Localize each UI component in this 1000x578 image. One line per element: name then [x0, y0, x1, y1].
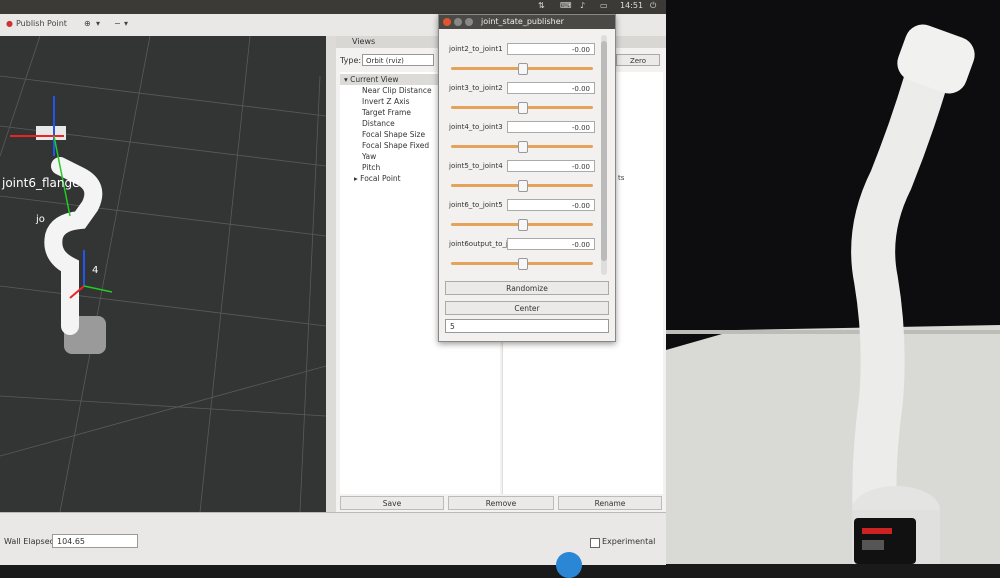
expand-arrow-icon[interactable]: ▸: [340, 174, 358, 183]
view-type-select[interactable]: Orbit (rviz): [362, 54, 434, 66]
volume-icon[interactable]: ♪: [580, 1, 585, 10]
clock[interactable]: 14:51: [620, 1, 643, 10]
remove-tool-icon[interactable]: −: [114, 19, 121, 28]
joint-slider-thumb[interactable]: [518, 258, 528, 270]
publish-point-icon[interactable]: ●: [6, 19, 13, 28]
save-button[interactable]: Save: [340, 496, 444, 510]
joint-slider-thumb[interactable]: [518, 63, 528, 75]
remove-button[interactable]: Remove: [448, 496, 554, 510]
joint-name-label: joint6_to_joint5: [449, 201, 503, 209]
joint-slider-thumb[interactable]: [518, 180, 528, 192]
robot-camera-photo: [666, 0, 1000, 564]
property-value-text: ts: [618, 174, 625, 182]
frame-label: 4: [92, 265, 99, 276]
system-top-bar: ⇅ ⌨ ♪ ▭ 14:51 ⏻: [0, 0, 666, 14]
minimize-icon[interactable]: [454, 18, 462, 26]
joint-value-field[interactable]: -0.00: [507, 43, 595, 55]
maximize-icon[interactable]: [465, 18, 473, 26]
robot-scene: [0, 36, 326, 512]
tree-item-label: Current View: [350, 75, 399, 84]
tree-item-label: Focal Point: [360, 174, 401, 183]
tool-dropdown-icon[interactable]: ▾: [96, 19, 100, 28]
joint-value-field[interactable]: -0.00: [507, 199, 595, 211]
joint-state-publisher-window: joint_state_publisher Randomize Center 5…: [438, 14, 616, 342]
keyboard-icon[interactable]: ⌨: [560, 1, 572, 10]
wall-elapsed-field[interactable]: 104.65: [52, 534, 138, 548]
center-button[interactable]: Center: [445, 301, 609, 315]
recording-indicator-icon: [556, 552, 582, 578]
window-title: joint_state_publisher: [481, 17, 564, 26]
joint-slider-thumb[interactable]: [518, 141, 528, 153]
publish-point-tool[interactable]: Publish Point: [16, 19, 67, 28]
network-icon[interactable]: ⇅: [538, 1, 545, 10]
scrollbar-thumb[interactable]: [601, 41, 607, 261]
robot-arm-model: [10, 96, 113, 354]
add-tool-icon[interactable]: ⊕: [84, 19, 91, 28]
zero-button[interactable]: Zero: [616, 54, 660, 66]
slider-count-spinbox[interactable]: 5: [445, 319, 609, 333]
window-titlebar[interactable]: joint_state_publisher: [439, 15, 615, 29]
view-type-label: Type:: [340, 56, 362, 65]
close-icon[interactable]: [443, 18, 451, 26]
joint-name-label: joint2_to_joint1: [449, 45, 503, 53]
power-icon[interactable]: ⏻: [650, 1, 656, 11]
joint-name-label: joint5_to_joint4: [449, 162, 503, 170]
views-buttons-row: Save Remove Rename: [336, 494, 666, 512]
joint-name-label: joint4_to_joint3: [449, 123, 503, 131]
expand-arrow-icon[interactable]: ▾: [340, 75, 348, 84]
joint-slider-thumb[interactable]: [518, 219, 528, 231]
frame-label: jo: [36, 214, 45, 225]
wall-elapsed-label: Wall Elapsed:: [4, 537, 58, 546]
3d-viewport[interactable]: joint6_flange jo 4: [0, 36, 326, 512]
joint-value-field[interactable]: -0.00: [507, 238, 595, 250]
joint-name-label: joint3_to_joint2: [449, 84, 503, 92]
experimental-checkbox[interactable]: [590, 538, 600, 548]
physical-robot-image: [666, 0, 1000, 564]
joint-slider-thumb[interactable]: [518, 102, 528, 114]
joint-value-field[interactable]: -0.00: [507, 160, 595, 172]
frame-label: joint6_flange: [2, 176, 80, 190]
rename-button[interactable]: Rename: [558, 496, 662, 510]
views-title: Views: [352, 37, 376, 46]
panel-splitter[interactable]: [326, 36, 336, 512]
tool-options-icon[interactable]: ▾: [124, 19, 128, 28]
experimental-label: Experimental: [602, 537, 656, 546]
joint-value-field[interactable]: -0.00: [507, 82, 595, 94]
randomize-button[interactable]: Randomize: [445, 281, 609, 295]
joint-value-field[interactable]: -0.00: [507, 121, 595, 133]
battery-icon[interactable]: ▭: [600, 1, 608, 10]
